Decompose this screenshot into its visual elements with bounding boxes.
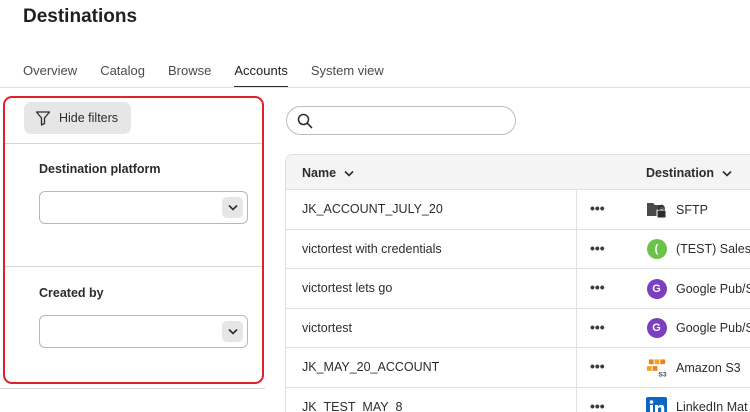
amazon-s3-icon: S3 bbox=[646, 357, 667, 378]
google-pubsub-letter: G bbox=[646, 278, 667, 299]
table-header: Name Destination bbox=[286, 155, 750, 190]
column-header-name[interactable]: Name bbox=[302, 166, 354, 180]
column-header-destination[interactable]: Destination bbox=[646, 166, 732, 180]
tab-accounts[interactable]: Accounts bbox=[234, 62, 288, 88]
destination-name: Google Pub/S bbox=[676, 321, 750, 335]
destination-name: Google Pub/S bbox=[676, 281, 750, 296]
tab-browse[interactable]: Browse bbox=[168, 62, 211, 88]
google-pubsub-circle-icon: G bbox=[646, 318, 667, 339]
destination-name: (TEST) Salesf bbox=[676, 242, 750, 256]
accounts-table: Name Destination JK_ACCOUNT_JULY_20 ••• … bbox=[285, 154, 750, 412]
cell-divider bbox=[576, 387, 577, 412]
panel-divider bbox=[5, 143, 262, 144]
cell-divider bbox=[576, 308, 577, 347]
account-name: JK_ACCOUNT_JULY_20 bbox=[302, 202, 443, 216]
account-name: victortest lets go bbox=[302, 281, 393, 295]
tabs-divider bbox=[0, 87, 750, 88]
table-row[interactable]: JK_ACCOUNT_JULY_20 ••• SFTP bbox=[286, 190, 750, 230]
panel-bottom-divider bbox=[0, 388, 265, 389]
chevron-down-icon bbox=[722, 170, 732, 177]
filter-panel: Hide filters Destination platform Create… bbox=[3, 96, 264, 384]
more-actions-button[interactable]: ••• bbox=[590, 319, 610, 337]
destination-cell: ( (TEST) Salesf bbox=[646, 239, 750, 260]
destination-cell: SFTP bbox=[646, 199, 708, 220]
account-name: victortest with credentials bbox=[302, 241, 442, 256]
account-name: JK_TEST_MAY_8 bbox=[302, 399, 403, 412]
chevron-down-icon bbox=[344, 170, 354, 177]
google-pubsub-circle-icon: G bbox=[646, 278, 667, 299]
cell-divider bbox=[576, 269, 577, 308]
more-actions-button[interactable]: ••• bbox=[590, 358, 610, 376]
created-by-label: Created by bbox=[39, 286, 104, 300]
search-icon bbox=[297, 113, 313, 129]
destination-cell: G Google Pub/S bbox=[646, 278, 750, 299]
destination-name: Amazon S3 bbox=[676, 360, 741, 375]
created-by-select[interactable] bbox=[39, 315, 248, 348]
destination-cell: LinkedIn Mat bbox=[646, 396, 748, 412]
table-row[interactable]: victortest ••• G Google Pub/S bbox=[286, 308, 750, 348]
tab-catalog[interactable]: Catalog bbox=[100, 62, 145, 88]
destination-name: SFTP bbox=[676, 202, 708, 217]
table-row[interactable]: victortest lets go ••• G Google Pub/S bbox=[286, 269, 750, 309]
hide-filters-button[interactable]: Hide filters bbox=[24, 102, 131, 134]
more-actions-button[interactable]: ••• bbox=[590, 200, 610, 218]
destination-platform-select[interactable] bbox=[39, 191, 248, 224]
search-input[interactable] bbox=[286, 106, 516, 135]
salesforce-circle-icon: ( bbox=[646, 239, 667, 260]
destination-name: LinkedIn Mat bbox=[676, 400, 748, 412]
more-actions-button[interactable]: ••• bbox=[590, 279, 610, 297]
table-row[interactable]: victortest with credentials ••• ( (TEST)… bbox=[286, 229, 750, 269]
tab-overview[interactable]: Overview bbox=[23, 62, 77, 88]
column-destination-label: Destination bbox=[646, 166, 715, 180]
destination-cell: S3 Amazon S3 bbox=[646, 357, 741, 378]
more-actions-button[interactable]: ••• bbox=[590, 398, 610, 412]
destination-platform-label: Destination platform bbox=[39, 162, 161, 176]
filter-icon bbox=[35, 111, 51, 126]
column-name-label: Name bbox=[302, 166, 337, 180]
cell-divider bbox=[576, 190, 577, 229]
tab-bar: Overview Catalog Browse Accounts System … bbox=[23, 62, 407, 88]
google-pubsub-letter: G bbox=[646, 318, 667, 338]
page-title: Destinations bbox=[23, 6, 138, 27]
cell-divider bbox=[576, 229, 577, 268]
more-actions-button[interactable]: ••• bbox=[590, 240, 610, 258]
destination-cell: G Google Pub/S bbox=[646, 318, 750, 339]
chevron-down-icon bbox=[222, 197, 243, 218]
sftp-folder-lock-icon bbox=[646, 199, 667, 220]
account-name: JK_MAY_20_ACCOUNT bbox=[302, 360, 440, 374]
chevron-down-icon bbox=[222, 321, 243, 342]
linkedin-icon bbox=[646, 396, 667, 412]
panel-divider bbox=[5, 266, 262, 267]
hide-filters-label: Hide filters bbox=[59, 111, 119, 125]
tab-system-view[interactable]: System view bbox=[311, 62, 384, 88]
table-row[interactable]: JK_TEST_MAY_8 ••• LinkedIn Mat bbox=[286, 387, 750, 412]
salesforce-letter: ( bbox=[646, 239, 667, 259]
svg-text:S3: S3 bbox=[658, 371, 666, 377]
table-row[interactable]: JK_MAY_20_ACCOUNT ••• S3 Amazon S3 bbox=[286, 348, 750, 388]
account-name: victortest bbox=[302, 320, 353, 335]
cell-divider bbox=[576, 348, 577, 387]
